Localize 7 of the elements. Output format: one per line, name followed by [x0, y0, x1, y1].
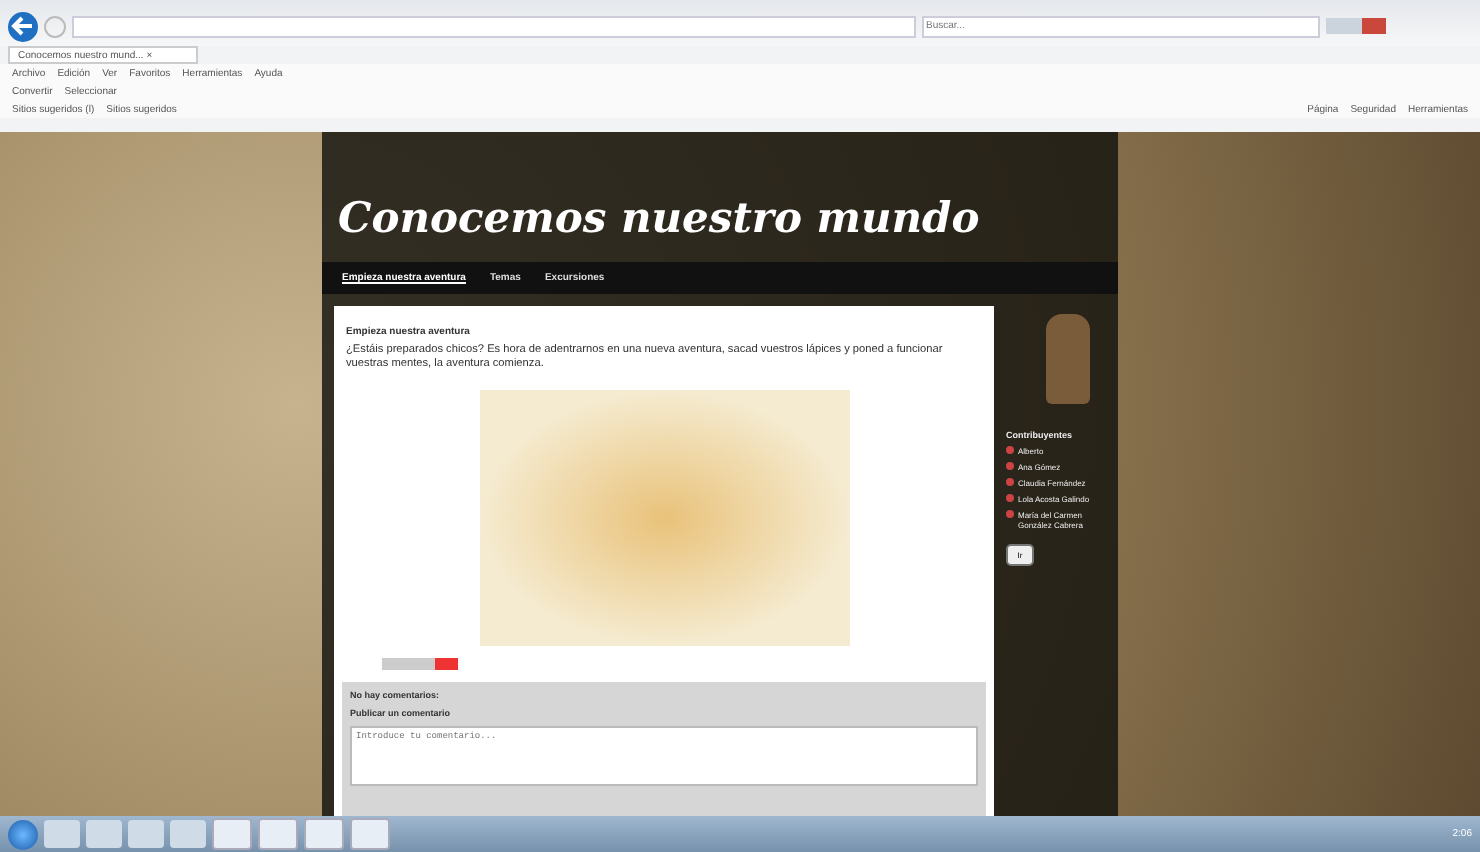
window-controls-icon[interactable]	[1326, 18, 1386, 34]
back-button[interactable]	[8, 11, 38, 41]
share-icons[interactable]	[382, 657, 458, 670]
blog-title: Conocemos nuestro mundo	[336, 190, 982, 246]
start-button[interactable]	[8, 819, 38, 849]
address-field[interactable]	[72, 15, 916, 37]
forward-button[interactable]	[44, 15, 66, 37]
